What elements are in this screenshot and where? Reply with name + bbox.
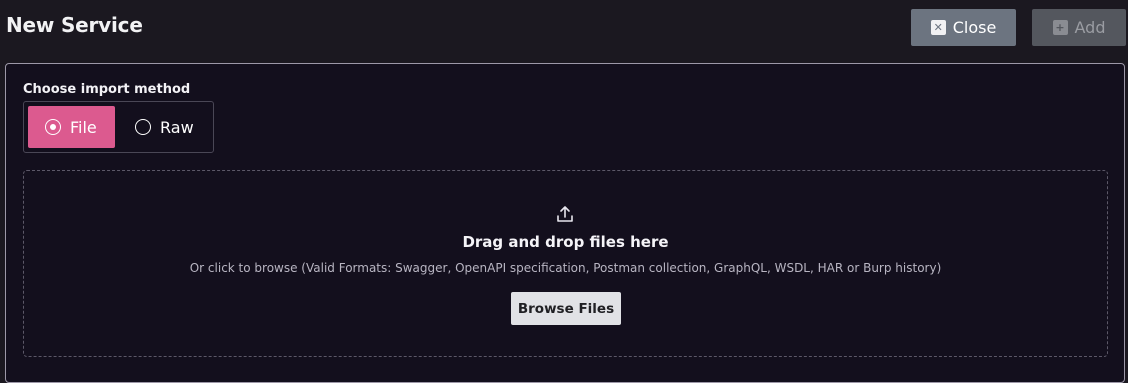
- import-method-label: Choose import method: [23, 82, 191, 97]
- close-button[interactable]: ✕ Close: [911, 9, 1016, 46]
- import-panel: Choose import method File Raw Drag and d…: [5, 63, 1125, 383]
- upload-icon: [557, 206, 573, 222]
- import-option-raw[interactable]: Raw: [132, 106, 210, 148]
- add-button-label: Add: [1074, 18, 1106, 37]
- close-icon: ✕: [930, 20, 946, 35]
- file-dropzone[interactable]: Drag and drop files here Or click to bro…: [23, 170, 1108, 357]
- import-option-file[interactable]: File: [28, 106, 115, 148]
- plus-icon: +: [1052, 20, 1068, 35]
- dropzone-subtitle: Or click to browse (Valid Formats: Swagg…: [189, 261, 942, 275]
- import-method-toggle: File Raw: [23, 101, 214, 153]
- dropzone-title: Drag and drop files here: [462, 233, 669, 251]
- close-button-label: Close: [952, 18, 997, 37]
- radio-unselected-icon: [135, 119, 151, 135]
- page-header: New Service ✕ Close + Add: [0, 0, 1128, 56]
- import-option-raw-label: Raw: [160, 117, 194, 137]
- browse-files-button[interactable]: Browse Files: [511, 292, 621, 325]
- radio-selected-icon: [45, 119, 61, 135]
- import-option-file-label: File: [70, 117, 97, 137]
- page-title: New Service: [6, 13, 143, 37]
- add-button[interactable]: + Add: [1032, 9, 1126, 46]
